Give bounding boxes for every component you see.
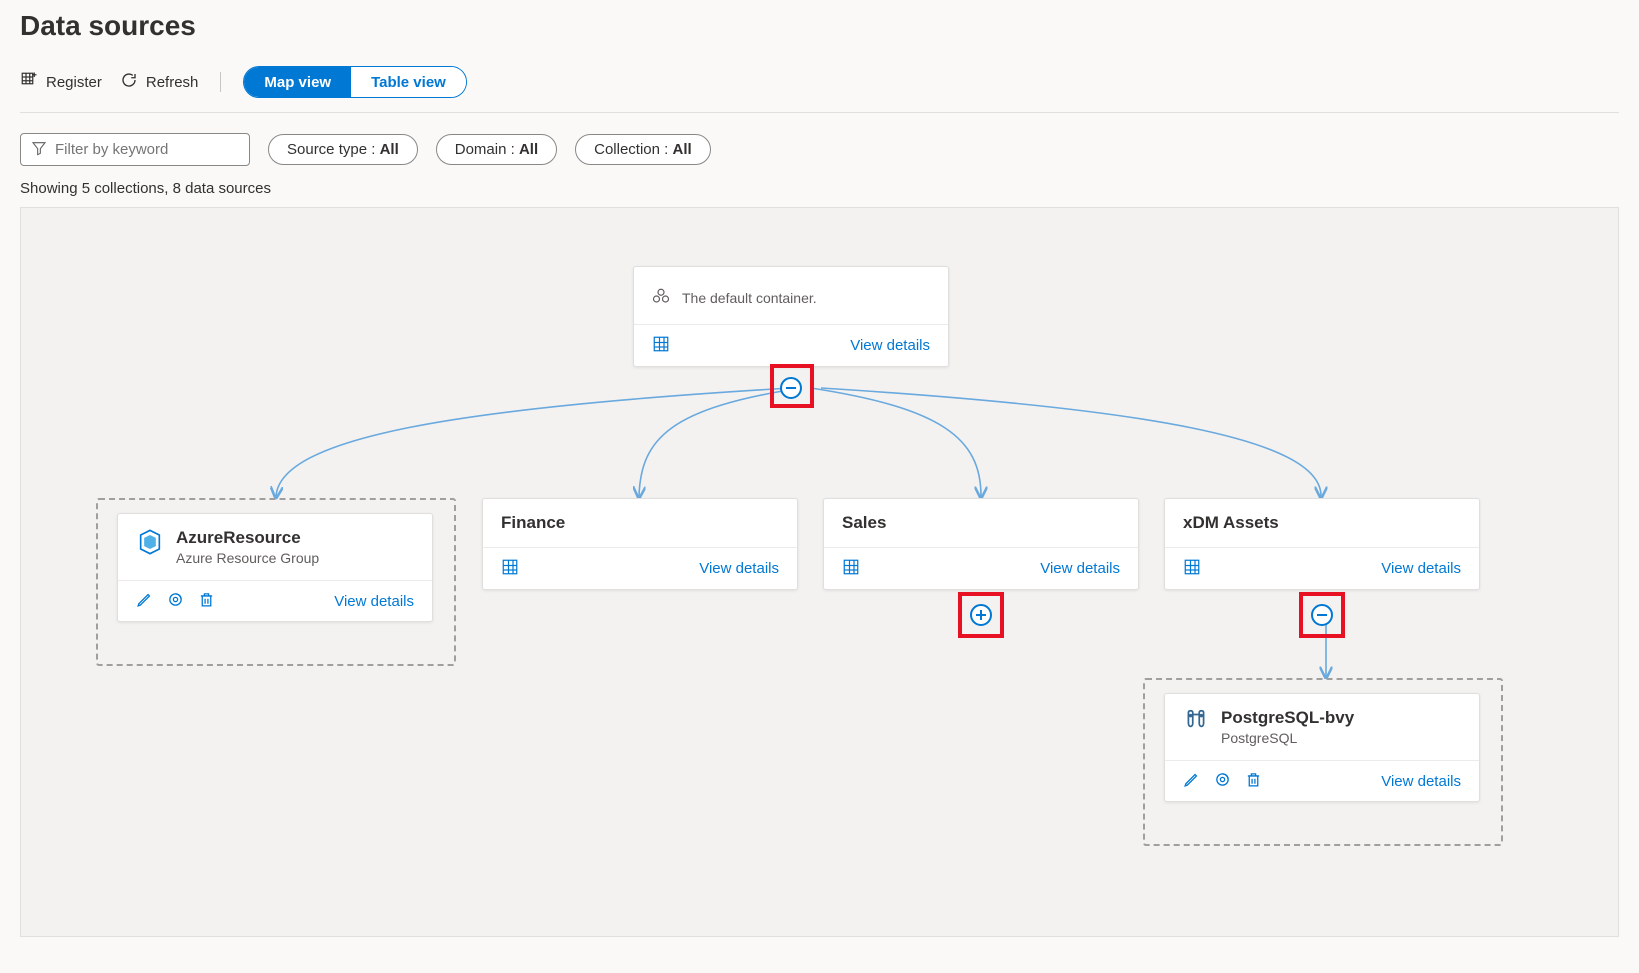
delete-icon[interactable] [198,591,215,611]
refresh-button[interactable]: Refresh [120,71,199,93]
status-text: Showing 5 collections, 8 data sources [20,180,1619,197]
node-azure-title: AzureResource [176,528,319,548]
table-view-button[interactable]: Table view [351,67,466,97]
view-toggle: Map view Table view [243,66,466,98]
node-root[interactable]: The default container. View details [633,266,949,367]
node-xdm[interactable]: xDM Assets View details [1164,498,1480,590]
node-postgres-title: PostgreSQL-bvy [1221,708,1354,728]
filter-icon [31,140,47,159]
collection-filter[interactable]: Collection : All [575,134,711,165]
view-details-link[interactable]: View details [699,560,779,577]
domain-filter[interactable]: Domain : All [436,134,557,165]
map-canvas[interactable]: The default container. View details Azur… [20,207,1619,937]
expand-sales-button[interactable] [970,604,992,626]
view-details-link[interactable]: View details [1381,560,1461,577]
node-postgres[interactable]: PostgreSQL-bvy PostgreSQL View details [1164,693,1480,802]
view-details-link[interactable]: View details [334,593,414,610]
node-root-title: The default container. [682,290,817,306]
grid-icon[interactable] [652,335,670,356]
node-postgres-subtitle: PostgreSQL [1221,730,1354,746]
scan-icon[interactable] [167,591,184,611]
node-xdm-title: xDM Assets [1183,513,1279,533]
view-details-link[interactable]: View details [1381,773,1461,790]
scan-icon[interactable] [1214,771,1231,791]
keyword-input[interactable] [55,141,239,158]
register-button[interactable]: Register [20,71,102,93]
keyword-filter[interactable] [20,133,250,166]
azure-resource-icon [136,528,164,559]
container-icon [652,287,670,308]
delete-icon[interactable] [1245,771,1262,791]
collapse-xdm-button[interactable] [1311,604,1333,626]
collapse-root-button[interactable] [780,377,802,399]
page-title: Data sources [20,10,1619,42]
filter-bar: Source type : All Domain : All Collectio… [20,133,1619,166]
edit-icon[interactable] [1183,771,1200,791]
toolbar: Register Refresh Map view Table view [20,66,1619,113]
postgresql-icon [1183,708,1209,737]
edit-icon[interactable] [136,591,153,611]
grid-icon[interactable] [501,558,519,579]
grid-icon[interactable] [1183,558,1201,579]
node-azure-subtitle: Azure Resource Group [176,550,319,566]
node-azure-resource[interactable]: AzureResource Azure Resource Group View … [117,513,433,622]
source-type-filter[interactable]: Source type : All [268,134,418,165]
node-sales-title: Sales [842,513,886,533]
refresh-icon [120,71,138,93]
view-details-link[interactable]: View details [850,337,930,354]
register-label: Register [46,74,102,91]
view-details-link[interactable]: View details [1040,560,1120,577]
node-sales[interactable]: Sales View details [823,498,1139,590]
grid-icon[interactable] [842,558,860,579]
node-finance[interactable]: Finance View details [482,498,798,590]
node-finance-title: Finance [501,513,565,533]
map-view-button[interactable]: Map view [244,67,351,97]
grid-plus-icon [20,71,38,93]
refresh-label: Refresh [146,74,199,91]
toolbar-separator [220,72,221,92]
